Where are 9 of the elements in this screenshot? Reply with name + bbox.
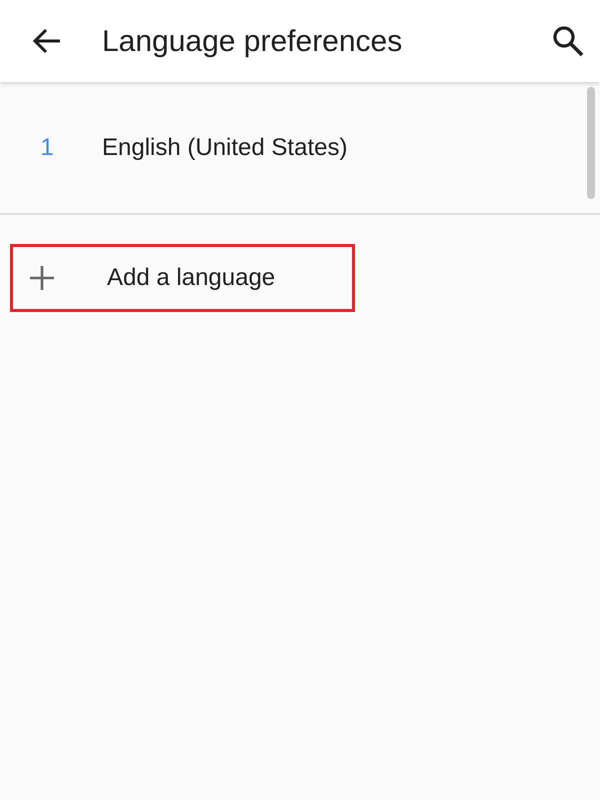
language-item[interactable]: 1 English (United States) xyxy=(0,82,600,215)
back-icon[interactable] xyxy=(32,28,62,54)
add-language-item[interactable]: Add a language xyxy=(10,244,355,312)
plus-icon xyxy=(29,265,55,291)
screen-title: Language preferences xyxy=(102,24,402,60)
language-number: 1 xyxy=(39,132,55,162)
add-language-label: Add a language xyxy=(107,263,276,293)
search-icon[interactable] xyxy=(552,25,584,57)
language-name: English (United States) xyxy=(102,132,348,162)
